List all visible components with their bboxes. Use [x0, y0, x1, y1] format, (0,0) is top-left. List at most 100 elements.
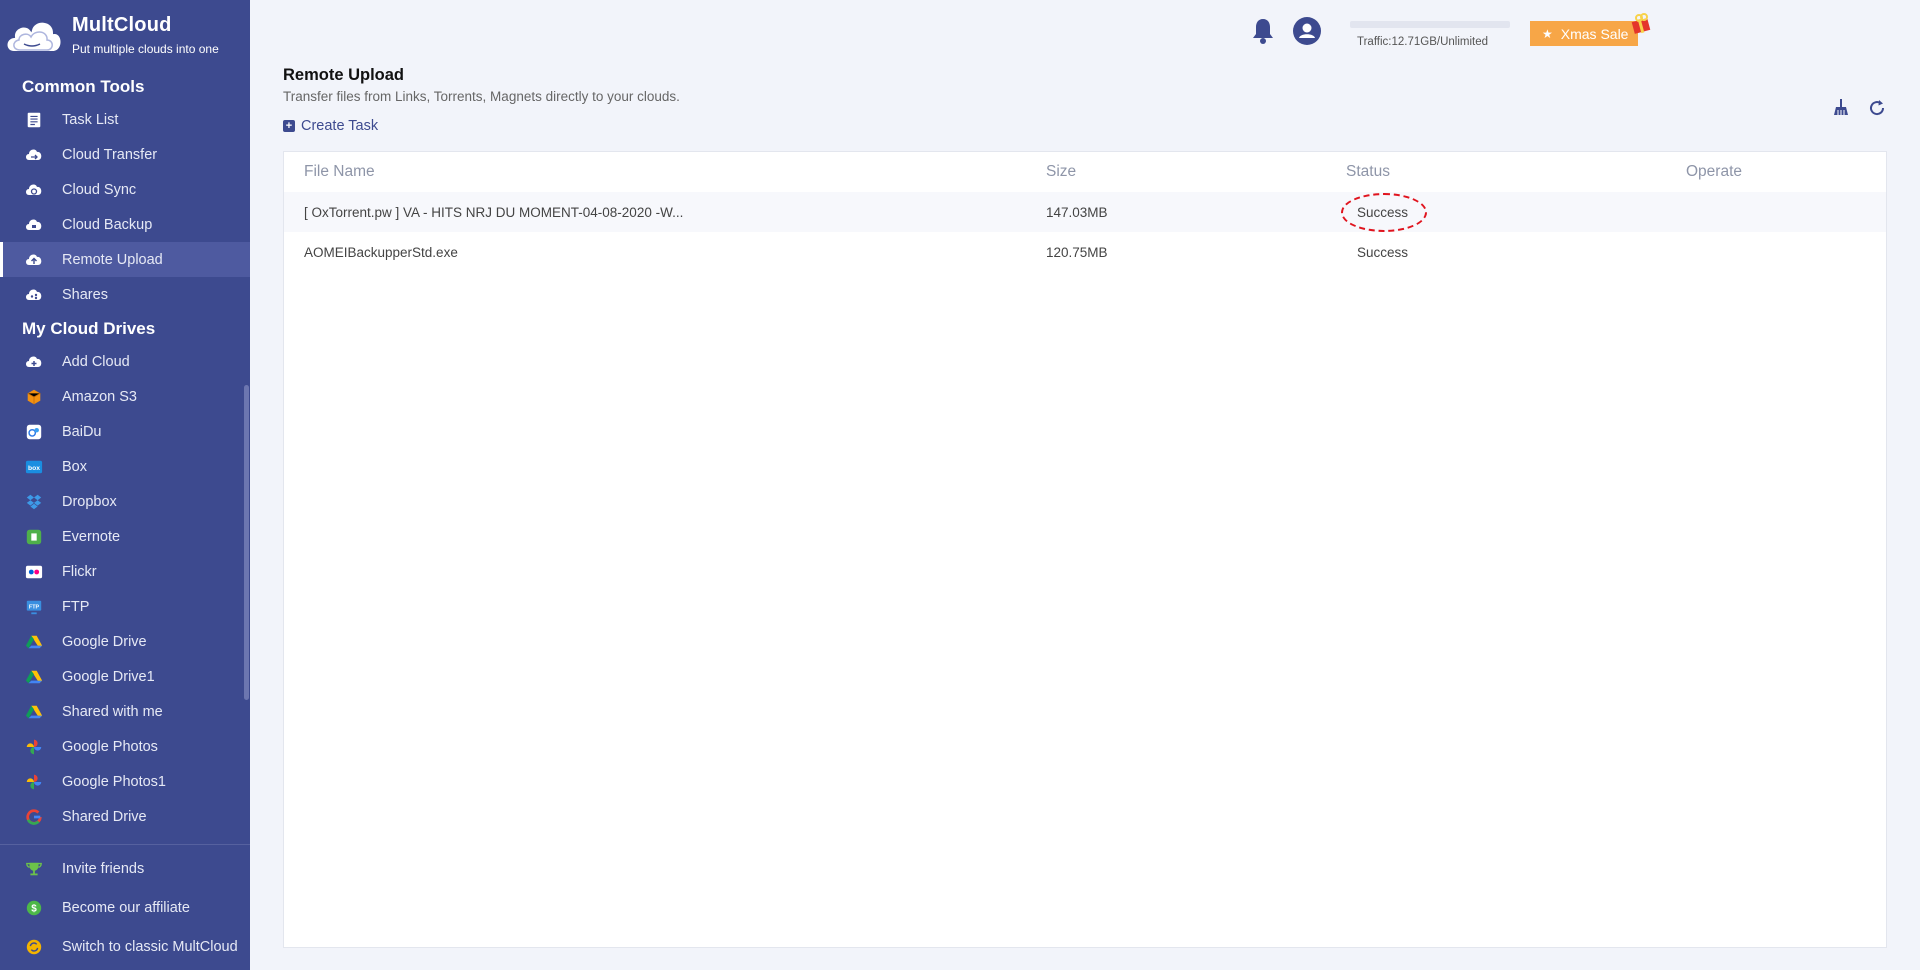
sidebar-item-box[interactable]: box Box: [0, 449, 250, 484]
sidebar-item-label: Remote Upload: [62, 251, 163, 268]
task-list-icon: [24, 110, 44, 130]
sidebar-item-label: FTP: [62, 598, 90, 615]
sidebar-item-label: Cloud Backup: [62, 216, 153, 233]
sidebar-item-google-photos1[interactable]: Google Photos1: [0, 764, 250, 799]
sidebar-item-label: Flickr: [62, 563, 97, 580]
sidebar-item-label: Cloud Transfer: [62, 146, 158, 163]
cloud-transfer-icon: [24, 145, 44, 165]
sidebar-item-google-drive1[interactable]: Google Drive1: [0, 659, 250, 694]
evernote-icon: [24, 527, 44, 547]
page-subtitle: Transfer files from Links, Torrents, Mag…: [283, 89, 680, 104]
status-highlight-circle: [1341, 193, 1427, 232]
notification-bell-icon[interactable]: [1250, 16, 1276, 44]
table-row[interactable]: AOMEIBackupperStd.exe 120.75MB Success: [284, 232, 1886, 272]
switch-icon: [24, 937, 44, 957]
my-cloud-drives-title: My Cloud Drives: [22, 319, 156, 338]
logo[interactable]: MultCloud Put multiple clouds into one: [0, 0, 250, 70]
sidebar-item-evernote[interactable]: Evernote: [0, 519, 250, 554]
google-drive-icon: [24, 702, 44, 722]
sidebar-item-baidu[interactable]: BaiDu: [0, 414, 250, 449]
sidebar-item-label: Add Cloud: [62, 353, 130, 370]
dropbox-icon: [24, 492, 44, 512]
page-title: Remote Upload: [283, 66, 405, 84]
clear-broom-icon[interactable]: [1832, 98, 1850, 116]
sidebar-item-task-list[interactable]: Task List: [0, 102, 250, 137]
xmas-sale-button[interactable]: ★ Xmas Sale: [1530, 21, 1638, 46]
sidebar: MultCloud Put multiple clouds into one C…: [0, 0, 250, 970]
dollar-icon: $: [24, 898, 44, 918]
svg-text:FTP: FTP: [29, 604, 40, 610]
sidebar-item-label: Google Drive1: [62, 668, 155, 685]
google-photos-icon: [24, 737, 44, 757]
sidebar-item-amazon-s3[interactable]: Amazon S3: [0, 379, 250, 414]
google-drive-icon: [24, 667, 44, 687]
google-drive-icon: [24, 632, 44, 652]
sidebar-item-shares[interactable]: Shares: [0, 277, 250, 312]
sidebar-item-label: Shared with me: [62, 703, 163, 720]
sidebar-item-shared-drive[interactable]: Shared Drive: [0, 799, 250, 834]
header-size: Size: [1046, 163, 1077, 180]
user-avatar-icon[interactable]: [1293, 17, 1321, 45]
sidebar-item-google-photos[interactable]: Google Photos: [0, 729, 250, 764]
sidebar-item-invite-friends[interactable]: Invite friends: [0, 849, 250, 888]
add-cloud-icon: [24, 352, 44, 372]
sidebar-item-label: Amazon S3: [62, 388, 137, 405]
sidebar-item-label: Evernote: [62, 528, 121, 545]
sidebar-item-label: Google Drive: [62, 633, 147, 650]
sidebar-item-label: Cloud Sync: [62, 181, 137, 198]
traffic-text: Traffic:12.71GB/Unlimited: [1357, 36, 1489, 48]
ftp-icon: FTP: [24, 597, 44, 617]
cloud-sync-icon: [24, 180, 44, 200]
create-task-label: Create Task: [301, 118, 379, 134]
sidebar-item-become-our-affiliate[interactable]: $ Become our affiliate: [0, 888, 250, 927]
sidebar-item-label: Task List: [62, 111, 119, 128]
multcloud-logo-icon: [5, 20, 63, 53]
sidebar-item-dropbox[interactable]: Dropbox: [0, 484, 250, 519]
gift-icon: [1631, 13, 1651, 34]
create-task-button[interactable]: + Create Task: [283, 118, 378, 134]
sidebar-item-cloud-backup[interactable]: Cloud Backup: [0, 207, 250, 242]
cloud-backup-icon: [24, 215, 44, 235]
sidebar-item-label: Shared Drive: [62, 808, 147, 825]
sidebar-item-label: Google Photos: [62, 738, 158, 755]
size-cell: 147.03MB: [1046, 204, 1108, 220]
cloud-upload-icon: [24, 250, 44, 270]
flickr-icon: [24, 562, 44, 582]
traffic-progress-bar: [1350, 21, 1510, 28]
header-operate: Operate: [1686, 163, 1743, 180]
header-file-name: File Name: [304, 163, 375, 180]
table-header: File Name Size Status Operate: [284, 152, 1886, 192]
refresh-icon[interactable]: [1868, 99, 1886, 117]
table-row[interactable]: [ OxTorrent.pw ] VA - HITS NRJ DU MOMENT…: [284, 192, 1886, 232]
sidebar-item-label: Google Photos1: [62, 773, 166, 790]
sidebar-item-add-cloud[interactable]: Add Cloud: [0, 344, 250, 379]
xmas-sale-label: Xmas Sale: [1560, 25, 1629, 42]
cloud-share-icon: [24, 285, 44, 305]
file-name-cell: AOMEIBackupperStd.exe: [304, 244, 458, 260]
common-tools-title: Common Tools: [22, 77, 145, 96]
amazon-s3-icon: [24, 387, 44, 407]
google-photos-icon: [24, 772, 44, 792]
plus-icon: +: [283, 120, 295, 132]
star-icon: ★: [1542, 26, 1553, 41]
file-name-cell: [ OxTorrent.pw ] VA - HITS NRJ DU MOMENT…: [304, 204, 684, 220]
sidebar-item-flickr[interactable]: Flickr: [0, 554, 250, 589]
sidebar-item-cloud-sync[interactable]: Cloud Sync: [0, 172, 250, 207]
baidu-icon: [24, 422, 44, 442]
sidebar-item-ftp[interactable]: FTP FTP: [0, 589, 250, 624]
sidebar-item-label: Dropbox: [62, 493, 117, 510]
sidebar-item-label: BaiDu: [62, 423, 102, 440]
header-status: Status: [1346, 163, 1390, 180]
sidebar-item-cloud-transfer[interactable]: Cloud Transfer: [0, 137, 250, 172]
sidebar-item-shared-with-me[interactable]: Shared with me: [0, 694, 250, 729]
sidebar-item-label: Box: [62, 458, 87, 475]
sidebar-scrollbar[interactable]: [244, 385, 249, 700]
sidebar-item-label: Shares: [62, 286, 108, 303]
google-icon: [24, 807, 44, 827]
sidebar-item-google-drive[interactable]: Google Drive: [0, 624, 250, 659]
sidebar-item-remote-upload[interactable]: Remote Upload: [0, 242, 250, 277]
sidebar-item-label: Switch to classic MultCloud: [62, 938, 238, 955]
sidebar-item-switch-to-classic-multcloud[interactable]: Switch to classic MultCloud: [0, 927, 250, 966]
sidebar-divider: [0, 844, 250, 845]
logo-title: MultCloud: [72, 14, 172, 36]
